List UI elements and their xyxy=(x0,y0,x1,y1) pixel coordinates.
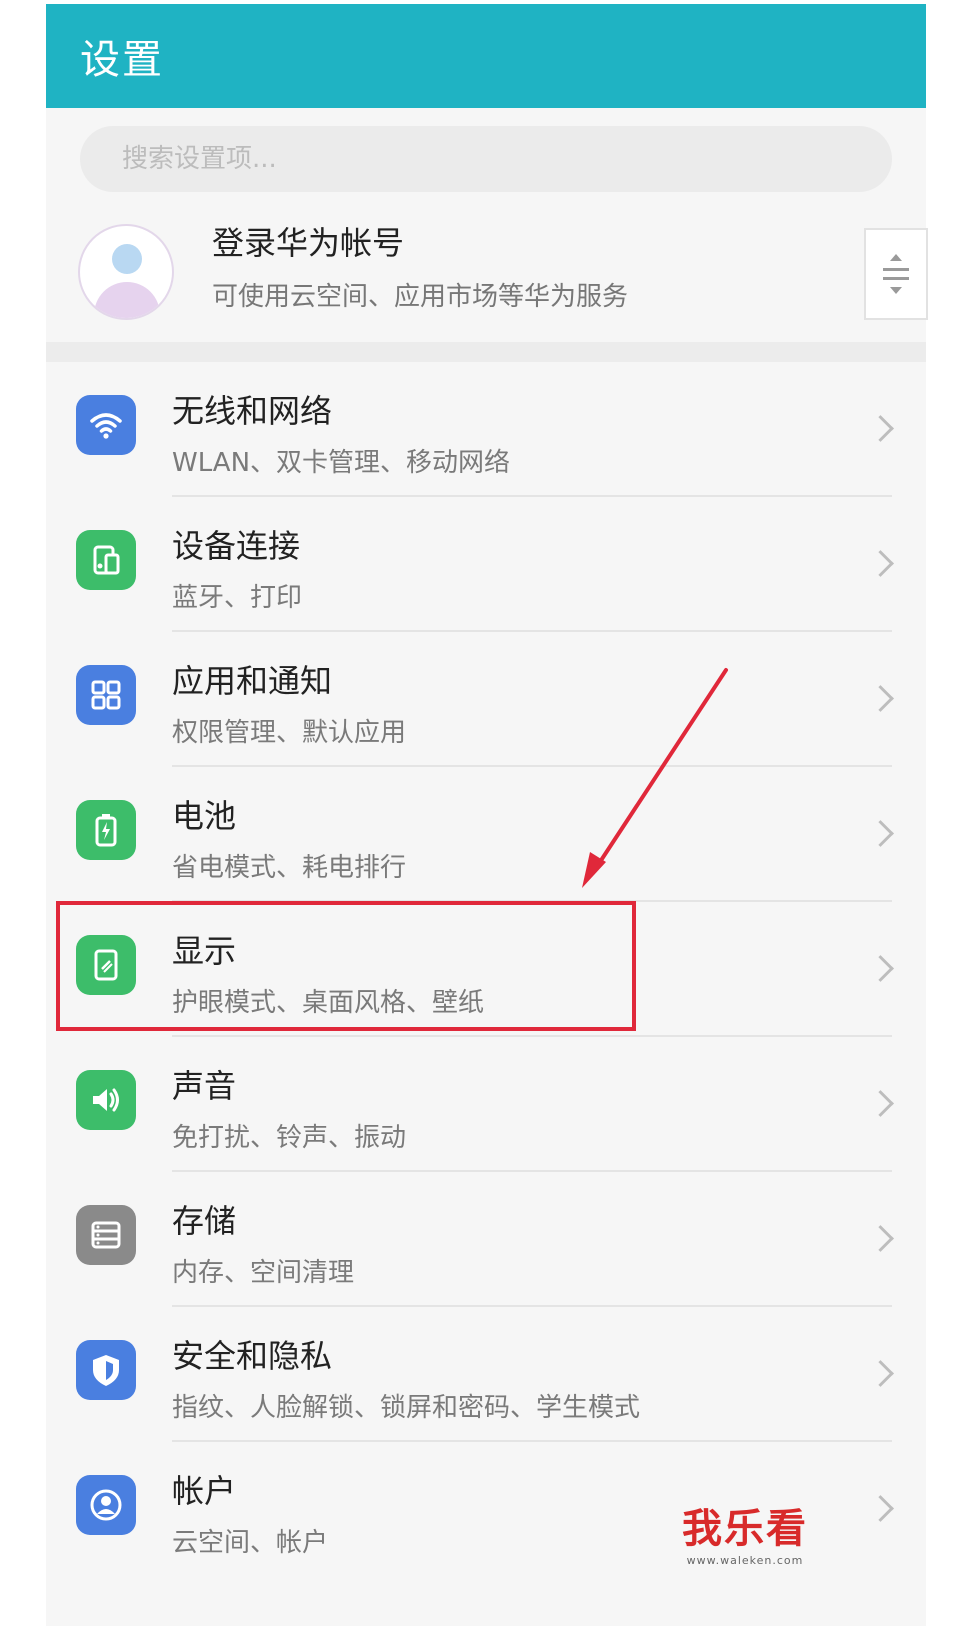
chevron-right-icon xyxy=(867,1225,894,1252)
settings-item-apps[interactable]: 应用和通知 权限管理、默认应用 xyxy=(46,632,926,767)
item-title: 无线和网络 xyxy=(172,392,333,430)
device-connect-icon xyxy=(76,530,136,590)
item-title: 应用和通知 xyxy=(172,662,333,700)
app-header: 设置 xyxy=(46,4,926,108)
settings-item-sound[interactable]: 声音 免打扰、铃声、振动 xyxy=(46,1037,926,1172)
chevron-right-icon xyxy=(867,820,894,847)
item-subtitle: 内存、空间清理 xyxy=(172,1258,355,1288)
chevron-right-icon xyxy=(867,550,894,577)
settings-item-device-connection[interactable]: 设备连接 蓝牙、打印 xyxy=(46,497,926,632)
chevron-right-icon xyxy=(867,955,894,982)
scroll-down-icon xyxy=(890,287,902,294)
settings-item-security[interactable]: 安全和隐私 指纹、人脸解锁、锁屏和密码、学生模式 xyxy=(46,1307,926,1442)
item-subtitle: 省电模式、耗电排行 xyxy=(172,853,407,883)
chevron-right-icon xyxy=(867,415,894,442)
scroll-control-widget[interactable] xyxy=(864,228,928,320)
avatar xyxy=(78,224,174,320)
account-subtitle: 可使用云空间、应用市场等华为服务 xyxy=(212,282,629,312)
account-title: 登录华为帐号 xyxy=(212,224,405,262)
account-text: 登录华为帐号 可使用云空间、应用市场等华为服务 xyxy=(212,218,628,313)
chevron-right-icon xyxy=(867,1360,894,1387)
item-title: 设备连接 xyxy=(172,527,301,565)
item-title: 声音 xyxy=(172,1067,237,1105)
sound-icon xyxy=(76,1070,136,1130)
battery-icon xyxy=(76,800,136,860)
item-title: 安全和隐私 xyxy=(172,1337,333,1375)
wifi-icon xyxy=(76,395,136,455)
highlight-box xyxy=(56,901,636,1031)
chevron-right-icon xyxy=(867,685,894,712)
search-input[interactable] xyxy=(120,143,892,175)
item-subtitle: 指纹、人脸解锁、锁屏和密码、学生模式 xyxy=(172,1393,641,1423)
search-bar[interactable] xyxy=(80,126,892,192)
watermark: 我乐看 www.waleken.com xyxy=(682,1496,808,1567)
section-divider xyxy=(46,342,926,362)
settings-screen: 设置 登录华为帐号 可使用云空间、应用市场等华为服务 无线和网络 WLAN、双卡… xyxy=(46,4,926,1626)
account-icon xyxy=(76,1475,136,1535)
item-subtitle: WLAN、双卡管理、移动网络 xyxy=(172,448,511,478)
item-subtitle: 云空间、帐户 xyxy=(172,1528,329,1558)
watermark-url: www.waleken.com xyxy=(686,1554,804,1567)
watermark-text: 我乐看 xyxy=(682,1506,808,1552)
page-title: 设置 xyxy=(80,37,164,83)
chevron-right-icon xyxy=(867,1090,894,1117)
item-title: 存储 xyxy=(172,1202,237,1240)
settings-item-battery[interactable]: 电池 省电模式、耗电排行 xyxy=(46,767,926,902)
item-subtitle: 蓝牙、打印 xyxy=(172,583,303,613)
item-title: 电池 xyxy=(172,797,237,835)
item-title: 帐户 xyxy=(172,1472,237,1510)
apps-grid-icon xyxy=(76,665,136,725)
shield-icon xyxy=(76,1340,136,1400)
search-bar-container xyxy=(46,108,926,192)
storage-icon xyxy=(76,1205,136,1265)
item-subtitle: 免打扰、铃声、振动 xyxy=(172,1123,407,1153)
settings-item-storage[interactable]: 存储 内存、空间清理 xyxy=(46,1172,926,1307)
chevron-right-icon xyxy=(867,1495,894,1522)
item-subtitle: 权限管理、默认应用 xyxy=(172,718,407,748)
scroll-up-icon xyxy=(890,254,902,261)
settings-item-wireless[interactable]: 无线和网络 WLAN、双卡管理、移动网络 xyxy=(46,362,926,497)
huawei-account-row[interactable]: 登录华为帐号 可使用云空间、应用市场等华为服务 xyxy=(46,192,926,342)
